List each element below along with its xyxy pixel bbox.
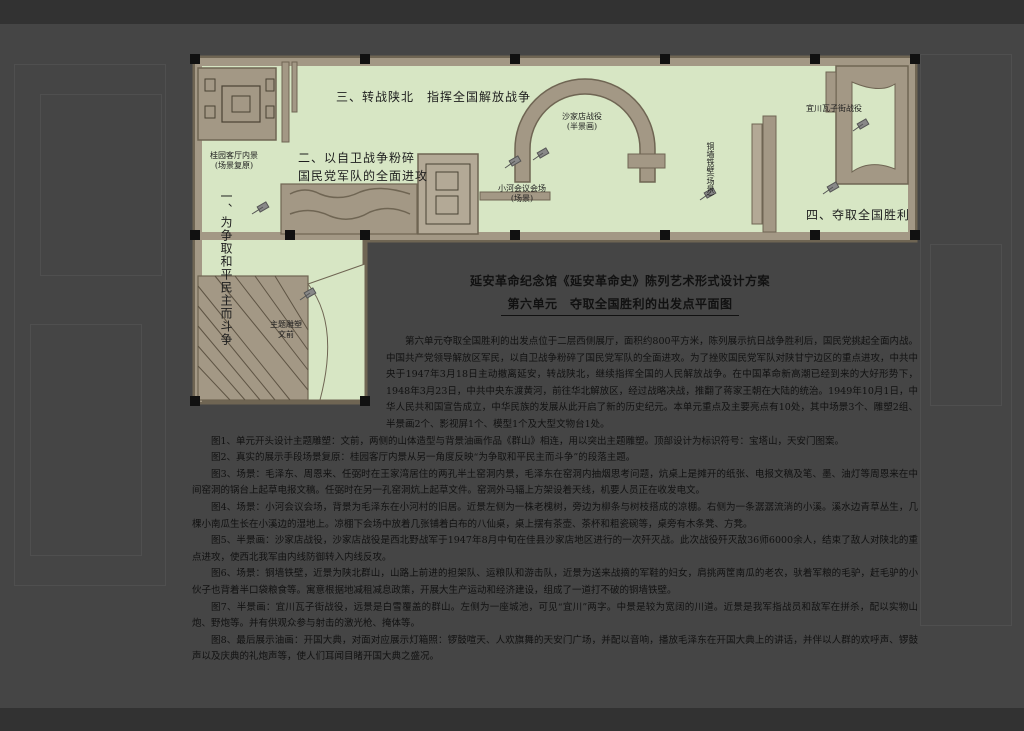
- title-underline: [501, 315, 739, 316]
- column: [660, 230, 670, 240]
- sculpture-label-line1: 主题雕塑: [270, 320, 302, 329]
- guilin-label-line2: (场景复原): [214, 161, 254, 170]
- tongqiang-partition: [751, 123, 763, 225]
- column: [285, 230, 295, 240]
- cave-room: [417, 153, 479, 235]
- area1-label: 一、为争取和平民主而斗争: [219, 190, 233, 346]
- title-block: 延安革命纪念馆《延安革命史》陈列艺术形式设计方案 第六单元 夺取全国胜利的出发点…: [440, 272, 800, 316]
- yichuan-label: 宜川瓦子街战役: [806, 104, 862, 113]
- top-letterbox-bar: [0, 0, 1024, 24]
- sub-title: 第六单元 夺取全国胜利的出发点平面图: [507, 297, 733, 311]
- area2-label-line2: 国民党军队的全面进攻: [298, 169, 429, 183]
- description-paragraph: 图5、半景画：沙家店战役，沙家店战役是西北野战军于1947年8月中旬在佳县沙家店…: [192, 535, 918, 563]
- xiaohe-label-line2: (场景): [510, 194, 534, 203]
- description-paragraph: 图4、场景：小河会议会场，背景为毛泽东在小河村的旧居。近景左侧为一株老槐树，旁边…: [192, 501, 918, 530]
- shajiadian-label-line2: (半景画): [566, 122, 598, 131]
- top-wall-band: [195, 58, 915, 66]
- xiaohe-label: 小河会议会场 (场景): [498, 184, 546, 204]
- bottom-letterbox-bar: [0, 708, 1024, 731]
- main-title: 延安革命纪念馆《延安革命史》陈列艺术形式设计方案: [469, 274, 770, 288]
- guilin-label-line1: 桂园客厅内景: [210, 151, 258, 160]
- description-paragraph: 图3、场景：毛泽东、周恩来、任弼时在王家湾居住的两孔半土窑洞内景，毛泽东在窑洞内…: [192, 468, 918, 497]
- description-paragraph: 图2、真实的展示手段场景复原：桂园客厅内景从另一角度反映“为争取和平民主而斗争”…: [211, 452, 636, 464]
- tongqiang-partition: [762, 115, 777, 233]
- area3-label: 三、转战陕北 指挥全国解放战争: [336, 90, 532, 104]
- area2-label-line1: 二、以自卫战争粉碎: [298, 151, 416, 165]
- column: [360, 230, 370, 240]
- column: [510, 54, 520, 64]
- column: [810, 230, 820, 240]
- column: [910, 230, 920, 240]
- column: [190, 54, 200, 64]
- description-paragraph: 第六单元夺取全国胜利的出发点位于二层西侧展厅，面积约800平方米，陈列展示抗日战…: [386, 336, 919, 430]
- area4-label: 四、夺取全国胜利: [806, 208, 911, 222]
- description-paragraph: 图6、场景：铜墙铁壁，近景为陕北群山，山路上前进的担架队、运粮队和游击队，近景为…: [192, 568, 918, 596]
- drawing-sheet: 三、转战陕北 指挥全国解放战争 二、以自卫战争粉碎 国民党军队的全面进攻 四、夺…: [0, 24, 1024, 708]
- column: [190, 230, 200, 240]
- description-paragraph: 图1、单元开头设计主题雕塑：文前，两侧的山体造型与背景油画作品《群山》相连，用以…: [211, 435, 845, 447]
- partition-wall: [627, 153, 666, 169]
- partition-wall: [281, 61, 290, 143]
- column: [510, 230, 520, 240]
- column: [910, 54, 920, 64]
- xiaohe-label-line1: 小河会议会场: [498, 184, 546, 193]
- description-paragraph: 图7、半景画：宜川瓦子街战役，远景是白雪覆盖的群山。左侧为一座城池，可见“宜川”…: [192, 601, 918, 630]
- tongqiang-label: 铜墙铁壁(场景): [706, 141, 715, 197]
- column: [660, 54, 670, 64]
- description-paragraph: 图8、最后展示油画：开国大典，对面对应展示灯箱照：锣鼓喧天、人欢旗舞的天安门广场…: [192, 634, 918, 663]
- guilin-label: 桂园客厅内景 (场景复原): [210, 151, 258, 171]
- shajiadian-label: 沙家店战役 (半景画): [562, 112, 602, 132]
- column: [810, 54, 820, 64]
- column: [360, 54, 370, 64]
- shajiadian-label-line1: 沙家店战役: [562, 112, 602, 121]
- description-text: 第六单元夺取全国胜利的出发点位于二层西侧展厅，面积约800平方米，陈列展示抗日战…: [192, 334, 918, 666]
- partition-wall: [291, 61, 298, 113]
